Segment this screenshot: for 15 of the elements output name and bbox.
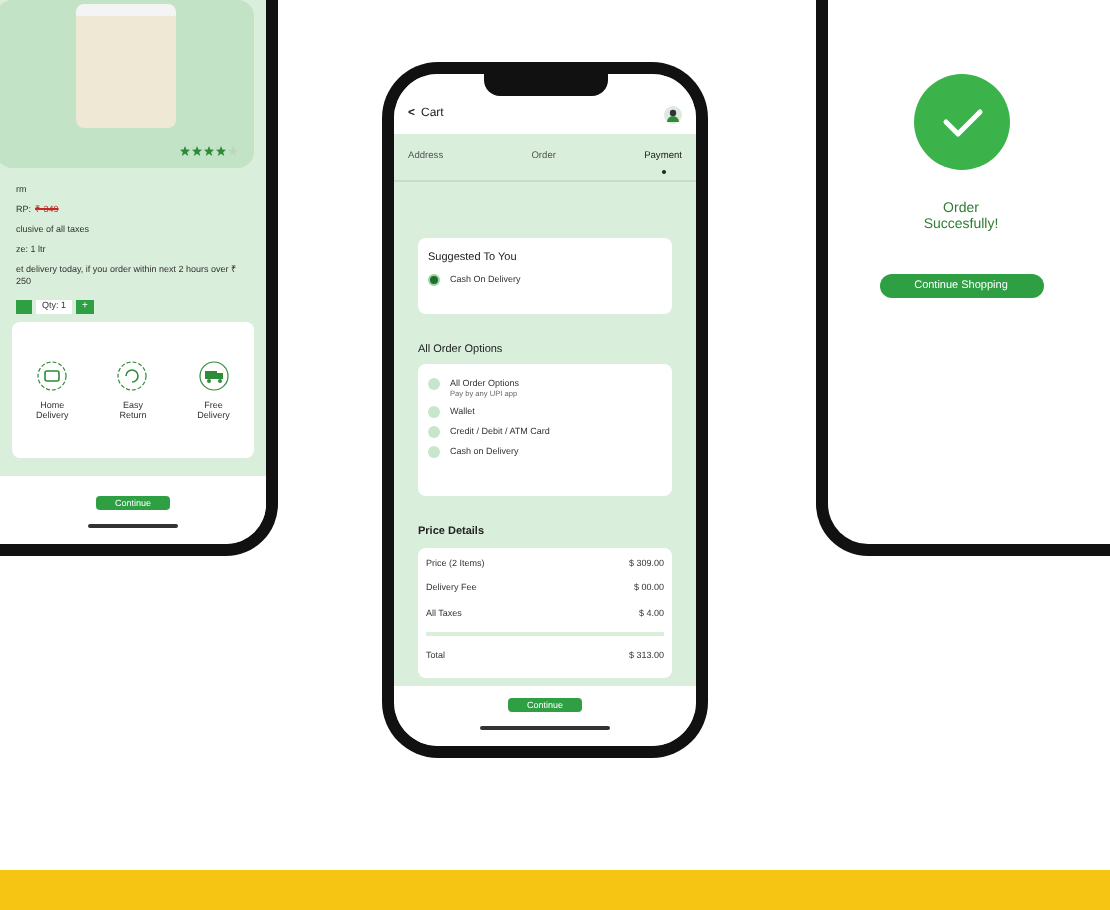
phone-notch: [483, 74, 607, 96]
return-icon: [116, 360, 149, 392]
minus-button[interactable]: [16, 300, 32, 314]
banknote-icon: [36, 360, 69, 392]
radio-button[interactable]: [428, 378, 440, 391]
radio-button[interactable]: [428, 406, 440, 419]
photo-placeholder: [75, 4, 175, 128]
radio-button[interactable]: [428, 446, 440, 459]
checkmark-icon: [913, 74, 1009, 170]
home-indicator: [480, 726, 610, 729]
radio-button[interactable]: [428, 274, 440, 287]
home-indicator: [88, 524, 178, 528]
radio-button[interactable]: [428, 426, 440, 439]
avatar-icon: [664, 106, 682, 124]
truck-icon: [197, 360, 230, 392]
